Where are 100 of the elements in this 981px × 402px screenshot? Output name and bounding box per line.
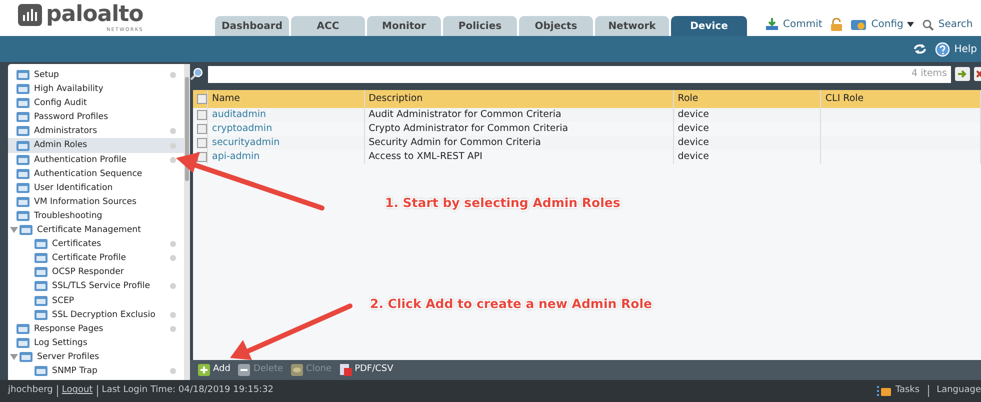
window-icon bbox=[34, 252, 48, 264]
delete-icon bbox=[238, 364, 250, 376]
table-cell: device bbox=[674, 150, 822, 164]
row-checkbox[interactable] bbox=[197, 124, 207, 134]
nav-tab[interactable]: Dashboard bbox=[215, 16, 289, 36]
status-dot bbox=[170, 72, 176, 78]
role-name-link[interactable]: auditadmin bbox=[208, 108, 365, 122]
search-icon bbox=[190, 67, 204, 81]
config-icon bbox=[851, 18, 868, 31]
window-icon bbox=[16, 182, 30, 194]
sidebar-item[interactable]: SCEP bbox=[8, 294, 184, 308]
select-all-checkbox[interactable] bbox=[197, 94, 207, 104]
sidebar-item[interactable]: SNMP Trap bbox=[8, 364, 184, 378]
window-icon bbox=[16, 168, 30, 180]
table-cell: Access to XML-REST API bbox=[364, 150, 674, 164]
pdf-button[interactable]: PDF/CSV bbox=[336, 363, 398, 377]
expanded-triangle-icon[interactable] bbox=[10, 352, 18, 361]
annotation-text: 1. Start by selecting Admin Roles bbox=[385, 194, 620, 212]
commit-icon bbox=[765, 18, 779, 31]
sidebar-item[interactable]: High Availability bbox=[8, 82, 184, 96]
pdf-icon bbox=[340, 364, 352, 376]
nav-tab[interactable]: Device bbox=[671, 16, 747, 36]
window-icon bbox=[34, 266, 48, 278]
row-checkbox[interactable] bbox=[197, 110, 207, 120]
help-icon bbox=[935, 42, 950, 56]
status-dot bbox=[170, 283, 176, 290]
lock-icon[interactable] bbox=[830, 18, 844, 31]
table-cell: Audit Administrator for Common Criteria bbox=[364, 108, 674, 122]
sidebar-item[interactable]: Config Audit bbox=[8, 96, 184, 110]
sidebar-item[interactable]: User Identification bbox=[8, 180, 184, 195]
window-icon bbox=[16, 69, 30, 82]
clear-icon[interactable] bbox=[974, 67, 981, 81]
last-login-text: Last Login Time: 04/18/2019 19:15:32 bbox=[102, 384, 274, 398]
tasks-icon[interactable] bbox=[877, 385, 892, 397]
annotation-text: 2. Click Add to create a new Admin Role bbox=[370, 295, 652, 313]
item-count: 4 items bbox=[912, 66, 947, 81]
window-icon bbox=[19, 224, 33, 236]
window-icon bbox=[34, 365, 48, 378]
window-icon bbox=[34, 238, 48, 250]
sidebar-item[interactable]: Administrators bbox=[8, 124, 184, 138]
sidebar-item[interactable]: Password Profiles bbox=[8, 110, 184, 124]
sidebar-item[interactable]: OCSP Responder bbox=[8, 265, 184, 280]
sidebar-item[interactable]: Response Pages bbox=[8, 322, 184, 336]
window-icon bbox=[16, 154, 30, 166]
sidebar-item[interactable]: Authentication Profile bbox=[8, 152, 184, 167]
caret-icon[interactable] bbox=[907, 22, 914, 27]
role-name-link[interactable]: api-admin bbox=[208, 150, 365, 164]
scrollbar[interactable] bbox=[184, 64, 190, 380]
add-button[interactable]: Add bbox=[194, 363, 234, 377]
sidebar-item[interactable]: Authentication Sequence bbox=[8, 166, 184, 181]
window-icon bbox=[16, 140, 30, 152]
search-link[interactable]: Search bbox=[938, 17, 973, 32]
commit-link[interactable]: Commit bbox=[783, 17, 822, 32]
status-dot bbox=[170, 368, 176, 374]
status-dot bbox=[170, 326, 176, 332]
username: jhochberg bbox=[8, 384, 53, 398]
sidebar-item[interactable]: Server Profiles bbox=[8, 350, 184, 364]
nav-tab[interactable]: ACC bbox=[291, 16, 365, 36]
window-icon bbox=[16, 210, 30, 222]
status-dot bbox=[170, 312, 176, 318]
status-dot bbox=[170, 255, 176, 262]
nav-tab[interactable]: Network bbox=[595, 16, 669, 36]
window-icon bbox=[16, 97, 30, 110]
sidebar-item[interactable]: SSL Decryption Exclusio bbox=[8, 308, 184, 322]
refresh-icon[interactable] bbox=[913, 43, 928, 55]
role-name-link[interactable]: securityadmin bbox=[208, 136, 365, 150]
sidebar-item[interactable]: Admin Roles bbox=[8, 138, 184, 153]
tasks-link[interactable]: Tasks bbox=[895, 384, 920, 398]
row-checkbox[interactable] bbox=[197, 138, 207, 148]
config-link[interactable]: Config bbox=[871, 17, 904, 32]
clone-icon bbox=[291, 364, 304, 376]
window-icon bbox=[16, 196, 30, 208]
help-link[interactable]: Help bbox=[954, 42, 977, 56]
add-icon bbox=[198, 364, 210, 376]
logo-text: paloalto bbox=[46, 4, 144, 26]
sidebar-item[interactable]: VM Information Sources bbox=[8, 194, 184, 209]
nav-tab[interactable]: Monitor bbox=[367, 16, 441, 36]
sidebar-item[interactable]: Log Settings bbox=[8, 336, 184, 350]
sidebar-item[interactable]: Troubleshooting bbox=[8, 208, 184, 224]
status-dot bbox=[170, 156, 176, 163]
status-dot bbox=[170, 128, 176, 134]
sidebar-item[interactable]: Certificate Management bbox=[8, 223, 184, 238]
table-cell: device bbox=[674, 108, 822, 122]
table-cell: device bbox=[674, 136, 822, 150]
window-icon bbox=[16, 111, 30, 124]
window-icon bbox=[34, 308, 48, 321]
language-link[interactable]: Language bbox=[936, 384, 981, 398]
window-icon bbox=[16, 322, 30, 335]
sidebar-item[interactable]: Certificates bbox=[8, 237, 184, 252]
sidebar-item[interactable]: Certificate Profile bbox=[8, 251, 184, 266]
sidebar-item[interactable]: Setup bbox=[8, 68, 184, 82]
expanded-triangle-icon[interactable] bbox=[10, 226, 18, 234]
logout-link[interactable]: Logout bbox=[62, 384, 93, 398]
window-icon bbox=[16, 336, 30, 349]
window-icon bbox=[34, 280, 48, 292]
sidebar-item[interactable]: SSL/TLS Service Profile bbox=[8, 279, 184, 294]
nav-tab[interactable]: Policies bbox=[443, 16, 517, 36]
window-icon bbox=[16, 125, 30, 138]
status-dot bbox=[170, 241, 176, 248]
nav-tab[interactable]: Objects bbox=[519, 16, 593, 36]
